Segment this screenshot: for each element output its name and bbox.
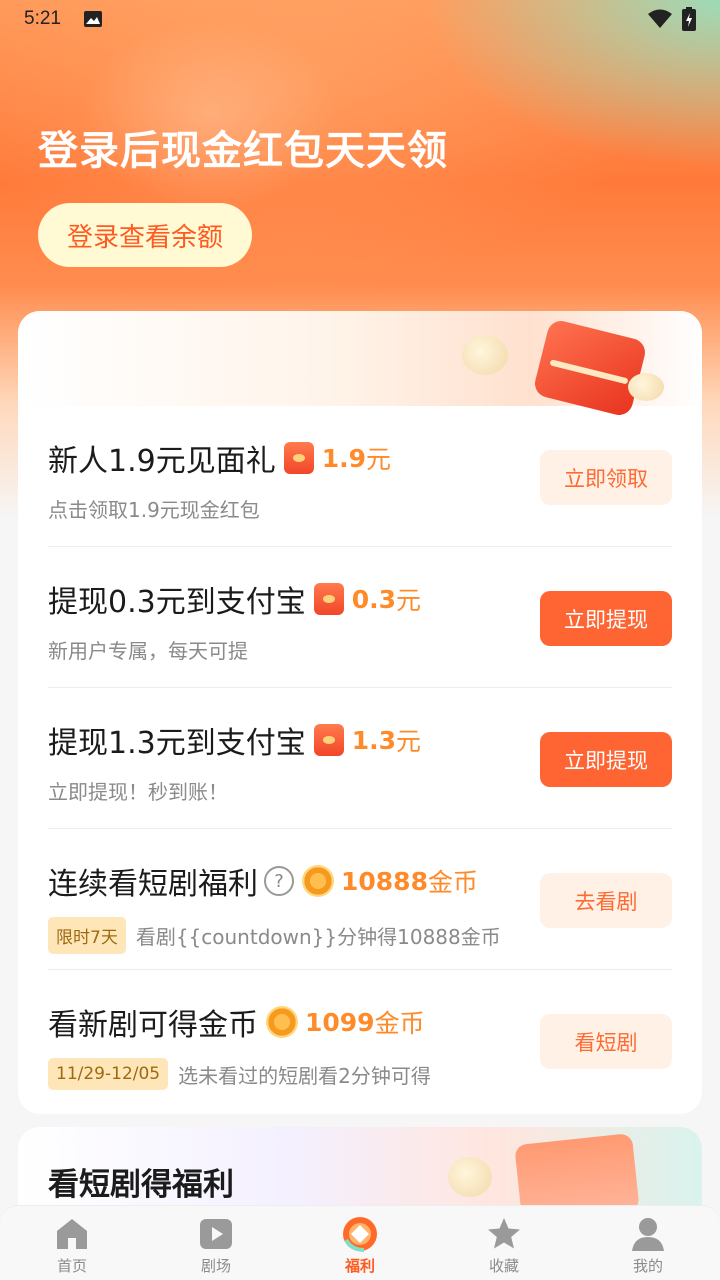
tab-label: 我的	[632, 1257, 663, 1275]
task-title-row: 连续看短剧福利 ? 10888 金币	[48, 859, 478, 903]
tab-label: 首页	[56, 1257, 87, 1275]
task-subtitle: 看剧{{countdown}}分钟得10888金币	[135, 925, 501, 949]
claim-now-button[interactable]: 立即领取	[540, 450, 672, 505]
task-title: 看新剧可得金币	[48, 1008, 258, 1043]
tab-welfare[interactable]: 福利	[288, 1206, 432, 1280]
task-subtitle-row: 新用户专属，每天可提	[48, 635, 248, 664]
task-subtitle: 立即提现！秒到账！	[48, 780, 228, 804]
watch-drama-button[interactable]: 看短剧	[540, 1014, 672, 1069]
tab-theater[interactable]: 剧场	[144, 1206, 288, 1280]
hero-decoration	[80, 20, 340, 210]
red-packet-icon	[283, 442, 314, 474]
reward-unit: 金币	[374, 1009, 425, 1038]
task-title: 新人1.9元见面礼	[48, 444, 276, 479]
task-subtitle-row: 限时7天 看剧{{countdown}}分钟得10888金币	[48, 917, 501, 954]
tab-home[interactable]: 首页	[0, 1206, 144, 1280]
reward-unit: 元	[366, 445, 392, 474]
reward-value: 0.3	[351, 584, 397, 614]
hero-title: 登录后现金红包天天领	[38, 128, 448, 174]
task-title-row: 新人1.9元见面礼 1.9 元	[48, 436, 391, 480]
coin-decoration	[448, 1157, 492, 1197]
status-bar: 5:21	[0, 0, 720, 38]
coin-decoration	[462, 335, 508, 375]
wifi-icon	[648, 9, 672, 28]
tab-label: 剧场	[200, 1257, 231, 1275]
task-reward: 1.9 元	[283, 440, 392, 476]
task-subtitle-row: 点击领取1.9元现金红包	[48, 494, 260, 523]
task-subtitle: 点击领取1.9元现金红包	[48, 498, 260, 522]
reward-value: 10888	[341, 866, 428, 896]
tab-favorites[interactable]: 收藏	[432, 1206, 576, 1280]
limited-time-tag: 限时7天	[48, 917, 126, 954]
task-title-row: 看新剧可得金币 1099 金币	[48, 1000, 425, 1044]
welfare-task-card: 新人1.9元见面礼 1.9 元 点击领取1.9元现金红包 立即领取 提现0.3元到…	[18, 311, 702, 1114]
status-time: 5:21	[24, 8, 61, 29]
bottom-tab-bar: 首页 剧场 福利 收藏 我的	[0, 1205, 720, 1280]
task-reward: 1.3 元	[313, 722, 422, 758]
red-packet-icon	[313, 583, 344, 615]
task-title: 提现1.3元到支付宝	[48, 726, 306, 761]
tab-mine[interactable]: 我的	[576, 1206, 720, 1280]
play-icon	[200, 1219, 232, 1249]
task-title: 连续看短剧福利	[48, 867, 258, 902]
task-item-new-drama-coins: 看新剧可得金币 1099 金币 11/29-12/05 选未看过的短剧看2分钟可得…	[48, 970, 672, 1111]
coin-icon	[266, 1006, 298, 1038]
login-check-balance-button[interactable]: 登录查看余额	[38, 203, 252, 267]
welfare-icon	[343, 1217, 377, 1252]
go-watch-button[interactable]: 去看剧	[540, 873, 672, 928]
withdraw-now-button[interactable]: 立即提现	[540, 732, 672, 787]
user-icon	[632, 1218, 664, 1251]
task-subtitle: 新用户专属，每天可提	[48, 639, 248, 663]
task-subtitle: 选未看过的短剧看2分钟可得	[178, 1063, 431, 1088]
image-icon	[83, 11, 102, 27]
tab-label: 收藏	[488, 1257, 519, 1275]
task-item-newcomer-gift: 新人1.9元见面礼 1.9 元 点击领取1.9元现金红包 立即领取	[48, 406, 672, 547]
reward-unit: 元	[396, 586, 422, 615]
reward-unit: 金币	[427, 868, 478, 897]
reward-value: 1.9	[321, 443, 367, 473]
reward-value: 1.3	[351, 725, 397, 755]
task-item-withdraw-1-3: 提现1.3元到支付宝 1.3 元 立即提现！秒到账！ 立即提现	[48, 688, 672, 829]
card-header-decoration	[18, 311, 702, 418]
star-icon	[488, 1218, 520, 1249]
withdraw-now-button[interactable]: 立即提现	[540, 591, 672, 646]
task-title-row: 提现0.3元到支付宝 0.3 元	[48, 577, 421, 621]
reward-unit: 元	[396, 727, 422, 756]
red-envelope-decoration	[532, 318, 648, 418]
reward-value: 1099	[305, 1007, 375, 1037]
home-icon	[57, 1219, 87, 1249]
task-subtitle-row: 11/29-12/05 选未看过的短剧看2分钟可得	[48, 1058, 431, 1090]
battery-icon	[682, 7, 696, 31]
task-reward: 0.3 元	[313, 581, 422, 617]
help-icon[interactable]: ?	[264, 866, 294, 896]
task-reward: 1099 金币	[266, 1004, 425, 1040]
task-reward: 10888 金币	[302, 863, 478, 899]
status-right	[648, 7, 696, 31]
task-item-continuous-watch: 连续看短剧福利 ? 10888 金币 限时7天 看剧{{countdown}}分钟…	[48, 829, 672, 970]
task-title: 提现0.3元到支付宝	[48, 585, 306, 620]
section-title: 看短剧得福利	[48, 1167, 234, 1203]
red-packet-icon	[313, 724, 344, 756]
task-subtitle-row: 立即提现！秒到账！	[48, 776, 228, 805]
task-title-row: 提现1.3元到支付宝 1.3 元	[48, 718, 421, 762]
tab-label: 福利	[344, 1257, 375, 1275]
coin-icon	[302, 865, 334, 897]
coin-decoration	[628, 373, 664, 401]
date-range-tag: 11/29-12/05	[48, 1058, 169, 1090]
task-item-withdraw-0-3: 提现0.3元到支付宝 0.3 元 新用户专属，每天可提 立即提现	[48, 547, 672, 688]
